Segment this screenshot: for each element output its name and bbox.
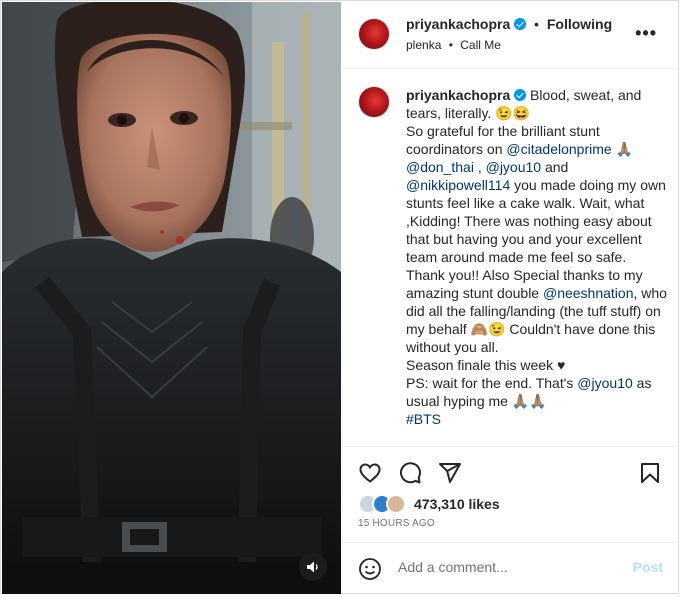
comment-bar: Add a comment... Post bbox=[342, 542, 679, 596]
likes-count[interactable]: 473,310 likes bbox=[414, 496, 500, 512]
heart-icon[interactable] bbox=[358, 461, 382, 485]
following-button[interactable]: Following bbox=[547, 16, 612, 32]
caption-line: usual hyping me 🙏🏽🙏🏽 bbox=[406, 393, 547, 409]
caption-avatar[interactable] bbox=[358, 86, 390, 118]
emoji-icon[interactable] bbox=[358, 557, 382, 581]
audio-track: Call Me bbox=[460, 38, 501, 52]
post-timestamp[interactable]: 15 HOURS AGO bbox=[358, 518, 435, 529]
audio-icon bbox=[307, 561, 318, 573]
video-frame bbox=[2, 2, 341, 594]
post-video[interactable] bbox=[2, 2, 341, 594]
caption-line: you made doing my own stunts feel like a… bbox=[406, 177, 666, 301]
mention-link[interactable]: @jyou10 bbox=[577, 375, 632, 391]
post-sidebar: priyankachopra • Following plenka • Call… bbox=[342, 2, 679, 594]
more-icon[interactable]: ••• bbox=[635, 24, 657, 42]
verified-icon bbox=[514, 18, 527, 30]
post-actions: 473,310 likes 15 HOURS AGO Add a comment… bbox=[342, 446, 679, 595]
caption-username[interactable]: priyankachopra bbox=[406, 87, 510, 103]
bookmark-icon[interactable] bbox=[638, 461, 662, 485]
mention-link[interactable]: @don_thai bbox=[406, 159, 474, 175]
mention-link[interactable]: @nikkipowell114 bbox=[406, 177, 510, 193]
author-username[interactable]: priyankachopra bbox=[406, 16, 510, 32]
mention-link[interactable]: @jyou10 bbox=[486, 159, 541, 175]
caption-line: Season finale this week ♥ bbox=[406, 357, 566, 373]
likes-row[interactable]: 473,310 likes bbox=[358, 492, 500, 516]
caption-word: as bbox=[636, 375, 652, 391]
caption-emoji: 🙏🏽 bbox=[615, 141, 633, 157]
header-title-row: priyankachopra • Following bbox=[406, 16, 612, 32]
audio-separator: • bbox=[448, 38, 453, 52]
hashtag-link[interactable]: #BTS bbox=[406, 410, 668, 428]
post-comment-button[interactable]: Post bbox=[633, 559, 663, 575]
caption-line: and bbox=[544, 159, 569, 175]
author-avatar[interactable] bbox=[358, 18, 390, 50]
audio-attribution[interactable]: plenka • Call Me bbox=[406, 38, 501, 52]
post-header: priyankachopra • Following plenka • Call… bbox=[342, 2, 679, 69]
share-icon[interactable] bbox=[438, 461, 462, 485]
audio-toggle-button[interactable] bbox=[299, 553, 327, 581]
audio-artist: plenka bbox=[406, 38, 442, 52]
caption-line: PS: wait for the end. That's bbox=[406, 375, 574, 391]
post-container: priyankachopra • Following plenka • Call… bbox=[0, 0, 679, 594]
mention-link[interactable]: @neeshnation bbox=[543, 285, 634, 301]
verified-icon bbox=[514, 89, 527, 101]
comment-icon[interactable] bbox=[398, 461, 422, 485]
comment-input[interactable]: Add a comment... bbox=[398, 559, 508, 575]
post-caption: priyankachopra Blood, sweat, and tears, … bbox=[406, 87, 668, 428]
liker-avatar bbox=[386, 494, 406, 514]
separator-dot: • bbox=[534, 16, 539, 32]
mention-link[interactable]: @citadelonprime bbox=[506, 141, 611, 157]
